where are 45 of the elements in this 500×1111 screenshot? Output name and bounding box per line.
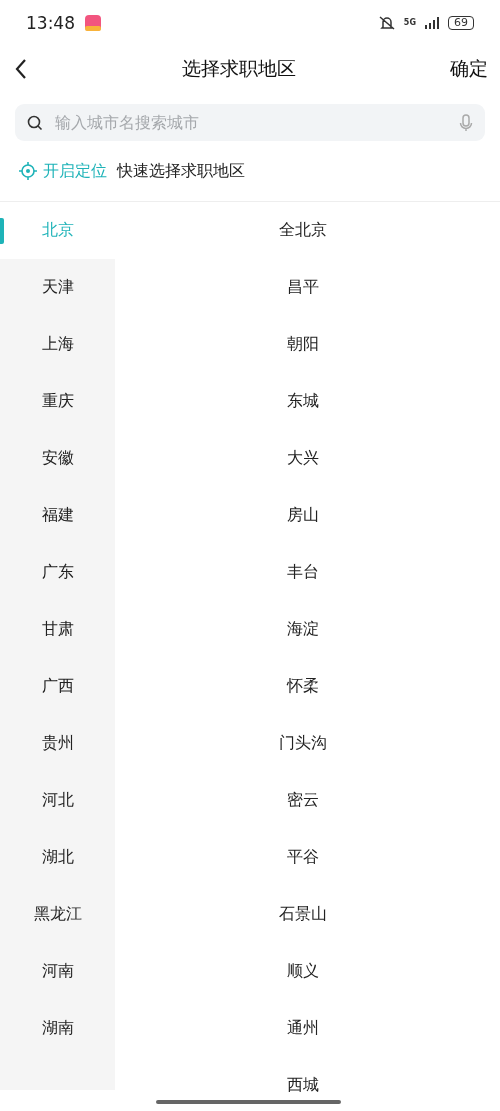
confirm-button[interactable]: 确定 bbox=[450, 56, 488, 82]
province-item[interactable]: 河北 bbox=[0, 772, 115, 829]
district-item[interactable]: 通州 bbox=[115, 1000, 500, 1057]
province-item[interactable]: 安徽 bbox=[0, 430, 115, 487]
province-item[interactable]: 湖北 bbox=[0, 829, 115, 886]
location-hint: 快速选择求职地区 bbox=[117, 160, 245, 182]
network-label: 5G bbox=[403, 18, 416, 27]
district-item[interactable]: 西城 bbox=[115, 1057, 500, 1111]
district-item[interactable]: 密云 bbox=[115, 772, 500, 829]
district-item[interactable]: 海淀 bbox=[115, 601, 500, 658]
province-item[interactable]: 上海 bbox=[0, 316, 115, 373]
province-item[interactable]: 河南 bbox=[0, 943, 115, 1000]
district-item[interactable]: 丰台 bbox=[115, 544, 500, 601]
district-item[interactable]: 全北京 bbox=[115, 202, 500, 259]
page-title: 选择求职地区 bbox=[182, 56, 296, 81]
district-item[interactable]: 东城 bbox=[115, 373, 500, 430]
district-item[interactable]: 怀柔 bbox=[115, 658, 500, 715]
province-item[interactable]: 广东 bbox=[0, 544, 115, 601]
district-item[interactable]: 大兴 bbox=[115, 430, 500, 487]
district-item[interactable]: 平谷 bbox=[115, 829, 500, 886]
province-item[interactable]: 黑龙江 bbox=[0, 886, 115, 943]
back-button[interactable] bbox=[14, 58, 28, 80]
district-item[interactable]: 石景山 bbox=[115, 886, 500, 943]
province-item[interactable]: 福建 bbox=[0, 487, 115, 544]
province-item[interactable]: 湖南 bbox=[0, 1000, 115, 1057]
district-item[interactable]: 顺义 bbox=[115, 943, 500, 1000]
district-item[interactable]: 门头沟 bbox=[115, 715, 500, 772]
mute-icon bbox=[377, 14, 396, 31]
status-time: 13:48 bbox=[26, 12, 75, 33]
province-item[interactable]: 天津 bbox=[0, 259, 115, 316]
microphone-icon[interactable] bbox=[459, 113, 473, 132]
search-icon bbox=[27, 114, 43, 131]
district-item[interactable]: 房山 bbox=[115, 487, 500, 544]
province-item[interactable]: 重庆 bbox=[0, 373, 115, 430]
locate-icon bbox=[19, 162, 37, 180]
district-item[interactable]: 朝阳 bbox=[115, 316, 500, 373]
search-input[interactable]: 输入城市名搜索城市 bbox=[55, 104, 447, 141]
district-item[interactable]: 昌平 bbox=[115, 259, 500, 316]
province-item[interactable]: 贵州 bbox=[0, 715, 115, 772]
battery-level: 69 bbox=[448, 15, 474, 30]
app-icon bbox=[85, 14, 101, 31]
signal-icon bbox=[424, 16, 440, 29]
province-item[interactable]: 广西 bbox=[0, 658, 115, 715]
search-field[interactable]: 输入城市名搜索城市 bbox=[15, 104, 485, 141]
province-item[interactable]: 甘肃 bbox=[0, 601, 115, 658]
